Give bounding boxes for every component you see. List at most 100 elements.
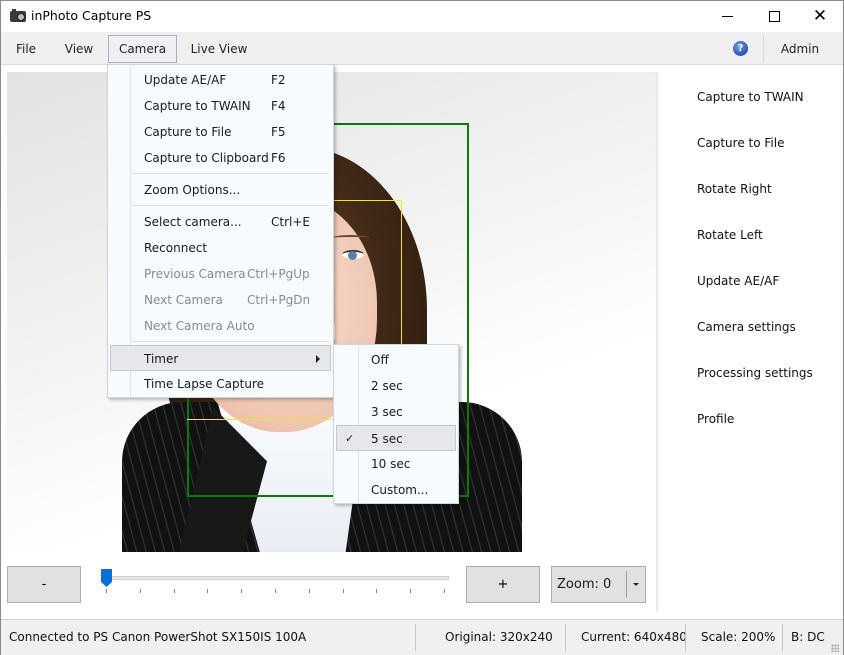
zoom-value: Zoom: 0 xyxy=(557,577,612,592)
menu-item-shortcut: F2 xyxy=(271,73,286,87)
menu-item-shortcut: F5 xyxy=(271,125,286,139)
maximize-button[interactable] xyxy=(751,1,797,32)
camera-menu: Update AE/AF F2 Capture to TWAIN F4 Captur… xyxy=(107,64,334,398)
menu-item-shortcut: F6 xyxy=(271,151,286,165)
menu-item-label: 5 sec xyxy=(371,432,403,446)
minimize-button[interactable] xyxy=(704,1,750,32)
slider-tick xyxy=(444,589,445,593)
zoom-out-button[interactable]: - xyxy=(7,566,81,603)
menu-item-label: Capture to TWAIN xyxy=(144,99,251,113)
zoom-slider[interactable] xyxy=(97,569,451,599)
menu-view[interactable]: View xyxy=(57,35,101,63)
status-divider xyxy=(782,624,783,651)
slider-tick xyxy=(173,589,175,593)
menu-item-label: 3 sec xyxy=(371,405,403,419)
slider-tick xyxy=(106,589,107,593)
menu-item-label: Update AE/AF xyxy=(144,73,227,87)
slider-track[interactable] xyxy=(101,576,449,580)
menu-bar: File View Camera Live View ? Admin xyxy=(1,32,843,65)
menu-item-previous-camera: Previous Camera Ctrl+PgUp xyxy=(110,261,331,287)
menu-item-label: Reconnect xyxy=(144,241,208,255)
status-bar: Connected to PS Canon PowerShot SX150IS … xyxy=(1,619,843,655)
title-bar[interactable]: inPhoto Capture PS ✕ xyxy=(1,1,843,32)
menu-item-label: Previous Camera xyxy=(144,267,246,281)
slider-thumb[interactable] xyxy=(101,569,112,587)
zoom-dropdown[interactable]: Zoom: 0 xyxy=(551,566,646,603)
close-button[interactable]: ✕ xyxy=(797,1,843,32)
zoom-in-button[interactable]: + xyxy=(466,566,540,603)
menu-item-shortcut: F4 xyxy=(271,99,286,113)
menu-item-update-ae-af[interactable]: Update AE/AF F2 xyxy=(110,67,331,93)
menu-item-shortcut: Ctrl+PgDn xyxy=(247,293,311,307)
help-icon[interactable]: ? xyxy=(733,41,748,56)
menu-item-label: Next Camera xyxy=(144,293,223,307)
menu-separator xyxy=(132,173,329,174)
menu-item-time-lapse-capture[interactable]: Time Lapse Capture xyxy=(110,371,331,397)
menu-item-label: Capture to Clipboard xyxy=(144,151,269,165)
chevron-down-icon[interactable] xyxy=(633,583,639,586)
slider-tick xyxy=(376,589,378,593)
action-rotate-left[interactable]: Rotate Left xyxy=(697,228,763,242)
menu-item-shortcut: Ctrl+E xyxy=(271,215,310,229)
status-original-size: Original: 320x240 xyxy=(445,630,553,644)
timer-option-10-sec[interactable]: 10 sec xyxy=(336,451,456,477)
menu-item-zoom-options[interactable]: Zoom Options... xyxy=(110,177,331,203)
action-capture-to-file[interactable]: Capture to File xyxy=(697,136,784,150)
menu-item-capture-to-clipboard[interactable]: Capture to Clipboard F6 xyxy=(110,145,331,171)
menu-item-shortcut: Ctrl+PgUp xyxy=(247,267,310,281)
slider-tick xyxy=(308,589,310,593)
timer-submenu: Off 2 sec 3 sec ✓ 5 sec 10 sec Custom... xyxy=(333,344,459,504)
timer-option-off[interactable]: Off xyxy=(336,347,456,373)
menu-item-capture-to-file[interactable]: Capture to File F5 xyxy=(110,119,331,145)
menu-item-next-camera: Next Camera Ctrl+PgDn xyxy=(110,287,331,313)
menu-item-label: Timer xyxy=(144,352,179,366)
menu-item-label: 10 sec xyxy=(371,457,411,471)
timer-option-custom[interactable]: Custom... xyxy=(336,477,456,503)
action-update-ae-af[interactable]: Update AE/AF xyxy=(697,274,779,288)
timer-option-2-sec[interactable]: 2 sec xyxy=(336,373,456,399)
menu-item-label: Select camera... xyxy=(144,215,242,229)
menu-item-reconnect[interactable]: Reconnect xyxy=(110,235,331,261)
menu-camera[interactable]: Camera xyxy=(108,35,177,63)
minimize-icon xyxy=(721,16,733,17)
status-scale: Scale: 200% xyxy=(701,630,776,644)
menu-file[interactable]: File xyxy=(7,35,45,63)
timer-option-5-sec[interactable]: ✓ 5 sec xyxy=(336,425,456,451)
action-profile[interactable]: Profile xyxy=(697,412,734,426)
slider-tick xyxy=(342,589,344,593)
menu-item-label: Time Lapse Capture xyxy=(144,377,264,391)
status-divider xyxy=(415,624,416,651)
window-title: inPhoto Capture PS xyxy=(31,8,152,23)
slider-tick xyxy=(139,589,141,593)
menu-item-label: Next Camera Auto xyxy=(144,319,255,333)
menu-item-label: Custom... xyxy=(371,483,429,497)
status-mode: B: DC xyxy=(791,630,825,644)
timer-option-3-sec[interactable]: 3 sec xyxy=(336,399,456,425)
status-divider xyxy=(685,624,686,651)
slider-tick xyxy=(410,589,412,593)
close-icon: ✕ xyxy=(812,6,828,26)
actions-panel: Capture to TWAIN Capture to File Rotate … xyxy=(659,72,843,612)
submenu-arrow-icon xyxy=(316,355,320,363)
dropdown-divider xyxy=(626,571,627,598)
menu-separator xyxy=(132,205,329,206)
action-processing-settings[interactable]: Processing settings xyxy=(697,366,813,380)
menu-item-label: 2 sec xyxy=(371,379,403,393)
menu-live-view[interactable]: Live View xyxy=(184,35,254,63)
menu-item-timer[interactable]: Timer xyxy=(110,345,331,371)
slider-tick xyxy=(207,589,209,593)
menu-item-label: Off xyxy=(371,353,389,367)
checkmark-icon: ✓ xyxy=(345,432,355,445)
action-capture-to-twain[interactable]: Capture to TWAIN xyxy=(697,90,804,104)
menu-admin[interactable]: Admin xyxy=(771,35,829,63)
slider-tick xyxy=(241,589,243,593)
resize-grip-icon[interactable] xyxy=(831,644,839,652)
menu-divider xyxy=(763,36,764,62)
action-camera-settings[interactable]: Camera settings xyxy=(697,320,796,334)
status-current-size: Current: 640x480 xyxy=(581,630,687,644)
menu-item-capture-to-twain[interactable]: Capture to TWAIN F4 xyxy=(110,93,331,119)
menu-item-select-camera[interactable]: Select camera... Ctrl+E xyxy=(110,209,331,235)
menu-item-label: Capture to File xyxy=(144,125,232,139)
status-connection: Connected to PS Canon PowerShot SX150IS … xyxy=(9,630,307,644)
action-rotate-right[interactable]: Rotate Right xyxy=(697,182,772,196)
